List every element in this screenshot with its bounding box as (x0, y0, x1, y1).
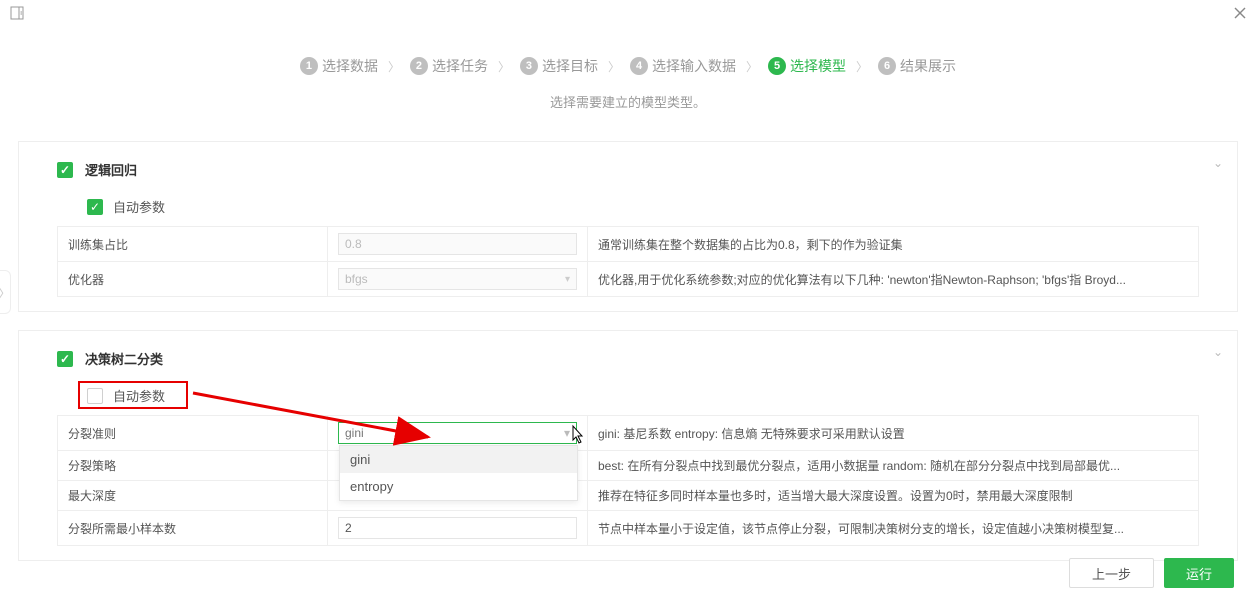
param-name: 分裂准则 (58, 416, 328, 451)
param-desc: 推荐在特征多同时样本量也多时，适当增大最大深度设置。设置为0时，禁用最大深度限制 (588, 481, 1199, 511)
auto-params-checkbox[interactable] (87, 199, 103, 215)
param-value-cell: bfgs▾ (328, 262, 588, 297)
param-name: 分裂所需最小样本数 (58, 511, 328, 546)
param-desc: gini: 基尼系数 entropy: 信息熵 无特殊要求可采用默认设置 (588, 416, 1199, 451)
chevron-right-icon: 〉 (382, 58, 406, 75)
model-enable-checkbox[interactable] (57, 351, 73, 367)
param-desc: 通常训练集在整个数据集的占比为0.8，剩下的作为验证集 (588, 227, 1199, 262)
prev-button[interactable]: 上一步 (1069, 558, 1154, 588)
dropdown-option-gini[interactable]: gini (340, 446, 577, 473)
step-5[interactable]: 5选择模型 (768, 56, 846, 76)
step-2[interactable]: 2选择任务 (410, 56, 488, 76)
param-name: 最大深度 (58, 481, 328, 511)
param-value-cell: 0.8 (328, 227, 588, 262)
side-expand-handle[interactable]: 〉 (0, 270, 11, 314)
chevron-right-icon: 〉 (492, 58, 516, 75)
dropdown-option-entropy[interactable]: entropy (340, 473, 577, 500)
step-label: 选择目标 (542, 56, 598, 76)
step-subtitle: 选择需要建立的模型类型。 (0, 92, 1256, 111)
param-desc: best: 在所有分裂点中找到最优分裂点，适用小数据量 random: 随机在部… (588, 451, 1199, 481)
chevron-down-icon[interactable]: ⌄ (1213, 156, 1223, 170)
chevron-down-icon[interactable]: ⌄ (1213, 345, 1223, 359)
chevron-right-icon: 〉 (602, 58, 626, 75)
panel-toggle-icon[interactable] (10, 6, 24, 23)
step-nav: 1选择数据 〉 2选择任务 〉 3选择目标 〉 4选择输入数据 〉 5选择模型 … (0, 56, 1256, 76)
chevron-down-icon: ▾ (564, 426, 570, 440)
run-button[interactable]: 运行 (1164, 558, 1234, 588)
param-desc: 优化器,用于优化系统参数;对应的优化算法有以下几种: 'newton'指Newt… (588, 262, 1199, 297)
annotation-highlight-box (78, 381, 188, 409)
param-name: 优化器 (58, 262, 328, 297)
chevron-right-icon: 〉 (740, 58, 764, 75)
panel-logistic-regression: 逻辑回归 ⌄ 自动参数 训练集占比 0.8 通常训练集在整个数据集的占比为0.8… (18, 141, 1238, 312)
footer-actions: 上一步 运行 (1069, 558, 1234, 588)
step-6[interactable]: 6结果展示 (878, 56, 956, 76)
step-label: 选择任务 (432, 56, 488, 76)
step-1[interactable]: 1选择数据 (300, 56, 378, 76)
model-enable-checkbox[interactable] (57, 162, 73, 178)
min-samples-input[interactable]: 2 (338, 517, 577, 539)
step-4[interactable]: 4选择输入数据 (630, 56, 736, 76)
param-input-disabled: 0.8 (338, 233, 577, 255)
split-criterion-select[interactable]: ▾ (338, 422, 577, 444)
step-label: 选择输入数据 (652, 56, 736, 76)
panel-title: 决策树二分类 (85, 349, 163, 368)
chevron-down-icon: ▾ (565, 274, 570, 285)
step-label: 选择数据 (322, 56, 378, 76)
param-select-disabled: bfgs▾ (338, 268, 577, 290)
split-criterion-input[interactable] (345, 426, 564, 440)
panel-title: 逻辑回归 (85, 160, 137, 179)
chevron-right-icon: 〉 (850, 58, 874, 75)
step-3[interactable]: 3选择目标 (520, 56, 598, 76)
step-label: 选择模型 (790, 56, 846, 76)
panel-decision-tree: 决策树二分类 ⌄ 自动参数 分裂准则 ▾ gini: 基尼系数 entropy:… (18, 330, 1238, 561)
step-label: 结果展示 (900, 56, 956, 76)
param-name: 分裂策略 (58, 451, 328, 481)
param-name: 训练集占比 (58, 227, 328, 262)
close-icon[interactable] (1234, 6, 1246, 22)
param-desc: 节点中样本量小于设定值，该节点停止分裂，可限制决策树分支的增长，设定值越小决策树… (588, 511, 1199, 546)
split-criterion-dropdown: gini entropy (339, 445, 578, 501)
auto-params-label: 自动参数 (113, 197, 165, 216)
param-value-cell: 2 (328, 511, 588, 546)
